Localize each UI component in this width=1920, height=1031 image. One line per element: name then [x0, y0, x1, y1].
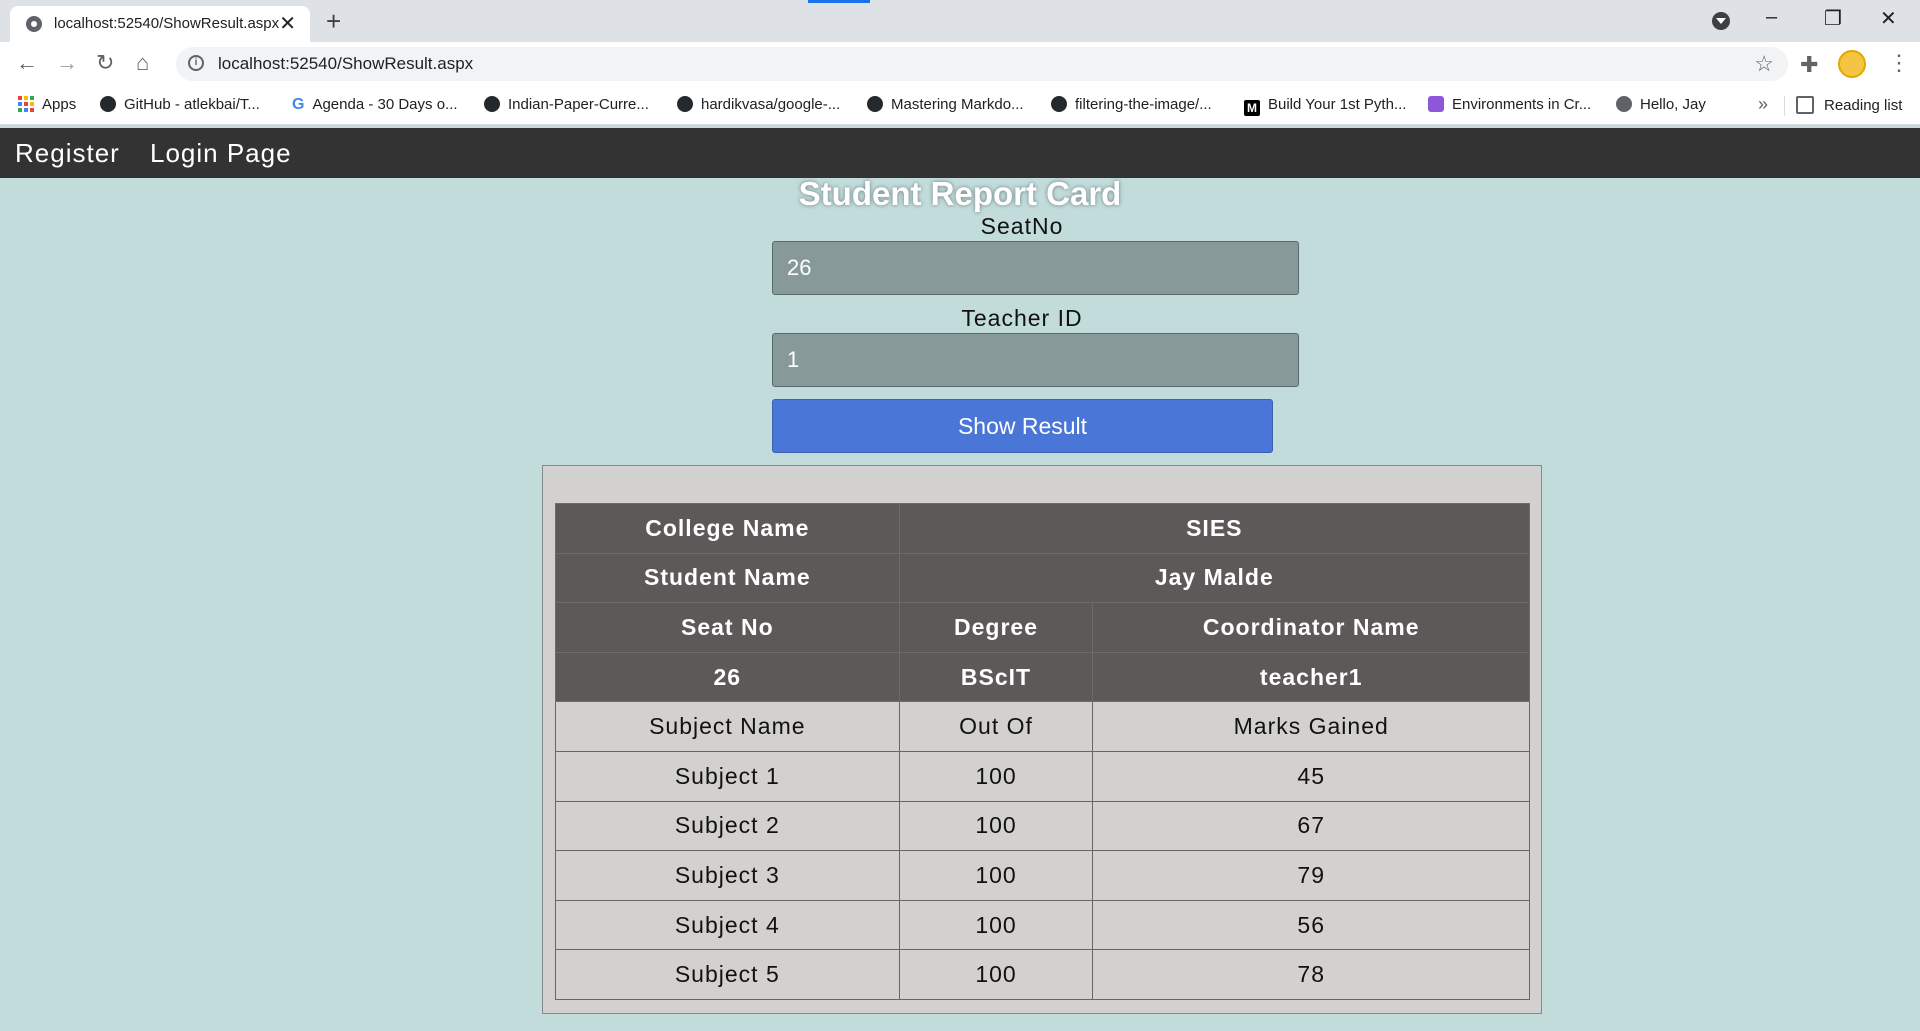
bookmark-item[interactable]: GitHub - atlekbai/T...	[100, 96, 260, 113]
marks-cell: 79	[1092, 850, 1530, 901]
table-row: Subject Name Out Of Marks Gained	[555, 701, 1530, 752]
degree-value: BScIT	[898, 651, 1094, 703]
seat-no-header: Seat No	[555, 602, 900, 653]
out-of-cell: 100	[898, 750, 1094, 802]
teacher-id-input[interactable]	[772, 333, 1299, 387]
divider	[1784, 96, 1785, 116]
table-row: Subject 3 100 79	[555, 850, 1530, 901]
login-page-link[interactable]: Login Page	[150, 138, 292, 169]
google-icon: G	[292, 96, 305, 113]
table-row: Subject 2 100 67	[555, 800, 1530, 852]
bookmark-item[interactable]: Hello, Jay	[1616, 96, 1706, 113]
site-info-icon[interactable]: i	[188, 55, 204, 71]
out-of-header: Out Of	[898, 701, 1094, 752]
subject-name-cell: Subject 2	[555, 800, 900, 852]
reload-icon[interactable]: ↻	[96, 50, 114, 76]
tab-loading-indicator	[808, 0, 870, 3]
seat-no-input[interactable]	[772, 241, 1299, 295]
bookmark-star-icon[interactable]: ☆	[1754, 51, 1774, 77]
out-of-cell: 100	[898, 949, 1094, 1000]
bookmark-item[interactable]: Indian-Paper-Curre...	[484, 96, 649, 113]
tab-search-icon[interactable]	[1712, 12, 1730, 30]
bookmark-item[interactable]: G Agenda - 30 Days o...	[292, 96, 458, 114]
coordinator-name-header: Coordinator Name	[1092, 602, 1530, 653]
table-row: Subject 1 100 45	[555, 750, 1530, 802]
marks-cell: 56	[1092, 899, 1530, 951]
bookmark-item[interactable]: M Build Your 1st Pyth...	[1244, 96, 1406, 116]
bookmark-item[interactable]: filtering-the-image/...	[1051, 96, 1212, 113]
bookmark-item[interactable]: Environments in Cr...	[1428, 96, 1591, 113]
extensions-icon[interactable]: ✚	[1800, 52, 1818, 78]
college-name-value: SIES	[898, 503, 1531, 554]
table-row: Student Name Jay Malde	[555, 552, 1531, 604]
reading-list-button[interactable]: Reading list	[1796, 96, 1902, 114]
show-result-button[interactable]: Show Result	[772, 399, 1273, 453]
site-navbar: Register Login Page	[0, 128, 1920, 178]
home-icon[interactable]: ⌂	[136, 50, 149, 76]
apps-icon	[18, 96, 34, 112]
profile-avatar[interactable]	[1838, 50, 1866, 78]
report-card-panel: College Name SIES Student Name Jay Malde…	[542, 465, 1542, 1014]
back-icon[interactable]: ←	[16, 50, 38, 76]
menu-icon[interactable]: ⋮	[1888, 50, 1910, 76]
globe-icon	[1616, 96, 1632, 112]
table-row: College Name SIES	[555, 503, 1531, 554]
github-icon	[100, 96, 116, 112]
minimize-icon[interactable]: –	[1766, 6, 1777, 29]
github-icon	[677, 96, 693, 112]
coordinator-name-value: teacher1	[1092, 651, 1530, 703]
table-row: Subject 5 100 78	[555, 949, 1530, 1000]
subject-name-cell: Subject 1	[555, 750, 900, 802]
reading-list-icon	[1796, 96, 1814, 114]
report-card-table: College Name SIES Student Name Jay Malde…	[555, 503, 1531, 1000]
table-row: 26 BScIT teacher1	[555, 651, 1530, 703]
more-bookmarks-icon[interactable]: »	[1758, 94, 1768, 115]
bookmarks-bar: Apps GitHub - atlekbai/T... G Agenda - 30…	[0, 88, 1920, 125]
subject-name-cell: Subject 4	[555, 899, 900, 951]
restore-icon[interactable]: ❐	[1824, 6, 1842, 31]
marks-gained-header: Marks Gained	[1092, 701, 1530, 752]
college-name-label: College Name	[555, 503, 900, 554]
bookmark-apps[interactable]: Apps	[18, 96, 76, 113]
table-row: Seat No Degree Coordinator Name	[555, 602, 1530, 653]
tab-title: localhost:52540/ShowResult.aspx	[54, 15, 280, 32]
table-row: Subject 4 100 56	[555, 899, 1530, 951]
out-of-cell: 100	[898, 850, 1094, 901]
close-window-icon[interactable]: ✕	[1880, 6, 1897, 31]
student-name-label: Student Name	[555, 552, 900, 604]
github-icon	[484, 96, 500, 112]
page-title: Student Report Card	[798, 175, 1122, 212]
url-text: localhost:52540/ShowResult.aspx	[218, 54, 474, 73]
out-of-cell: 100	[898, 800, 1094, 852]
teacher-id-label: Teacher ID	[961, 305, 1083, 331]
marks-cell: 67	[1092, 800, 1530, 852]
seat-no-label: SeatNo	[980, 213, 1064, 239]
degree-header: Degree	[898, 602, 1094, 653]
github-icon	[1051, 96, 1067, 112]
student-name-value: Jay Malde	[898, 552, 1531, 604]
subject-name-header: Subject Name	[555, 701, 900, 752]
subject-name-cell: Subject 3	[555, 850, 900, 901]
new-tab-icon[interactable]: +	[326, 6, 341, 37]
address-bar[interactable]: i localhost:52540/ShowResult.aspx ☆	[176, 47, 1788, 81]
bookmark-item[interactable]: Mastering Markdo...	[867, 96, 1024, 113]
marks-cell: 78	[1092, 949, 1530, 1000]
browser-tab-strip: localhost:52540/ShowResult.aspx ✕ + – ❐ …	[0, 0, 1920, 42]
globe-icon	[26, 16, 42, 32]
browser-tab[interactable]: localhost:52540/ShowResult.aspx ✕	[10, 6, 310, 42]
marks-cell: 45	[1092, 750, 1530, 802]
seat-no-value: 26	[555, 651, 900, 703]
medium-icon: M	[1244, 100, 1260, 116]
cloud-icon	[1428, 96, 1444, 112]
subject-name-cell: Subject 5	[555, 949, 900, 1000]
github-icon	[867, 96, 883, 112]
browser-toolbar: ← → ↻ ⌂ i localhost:52540/ShowResult.asp…	[0, 42, 1920, 88]
forward-icon[interactable]: →	[56, 50, 78, 76]
out-of-cell: 100	[898, 899, 1094, 951]
register-link[interactable]: Register	[15, 138, 120, 169]
bookmark-item[interactable]: hardikvasa/google-...	[677, 96, 840, 113]
close-tab-icon[interactable]: ✕	[279, 11, 296, 36]
